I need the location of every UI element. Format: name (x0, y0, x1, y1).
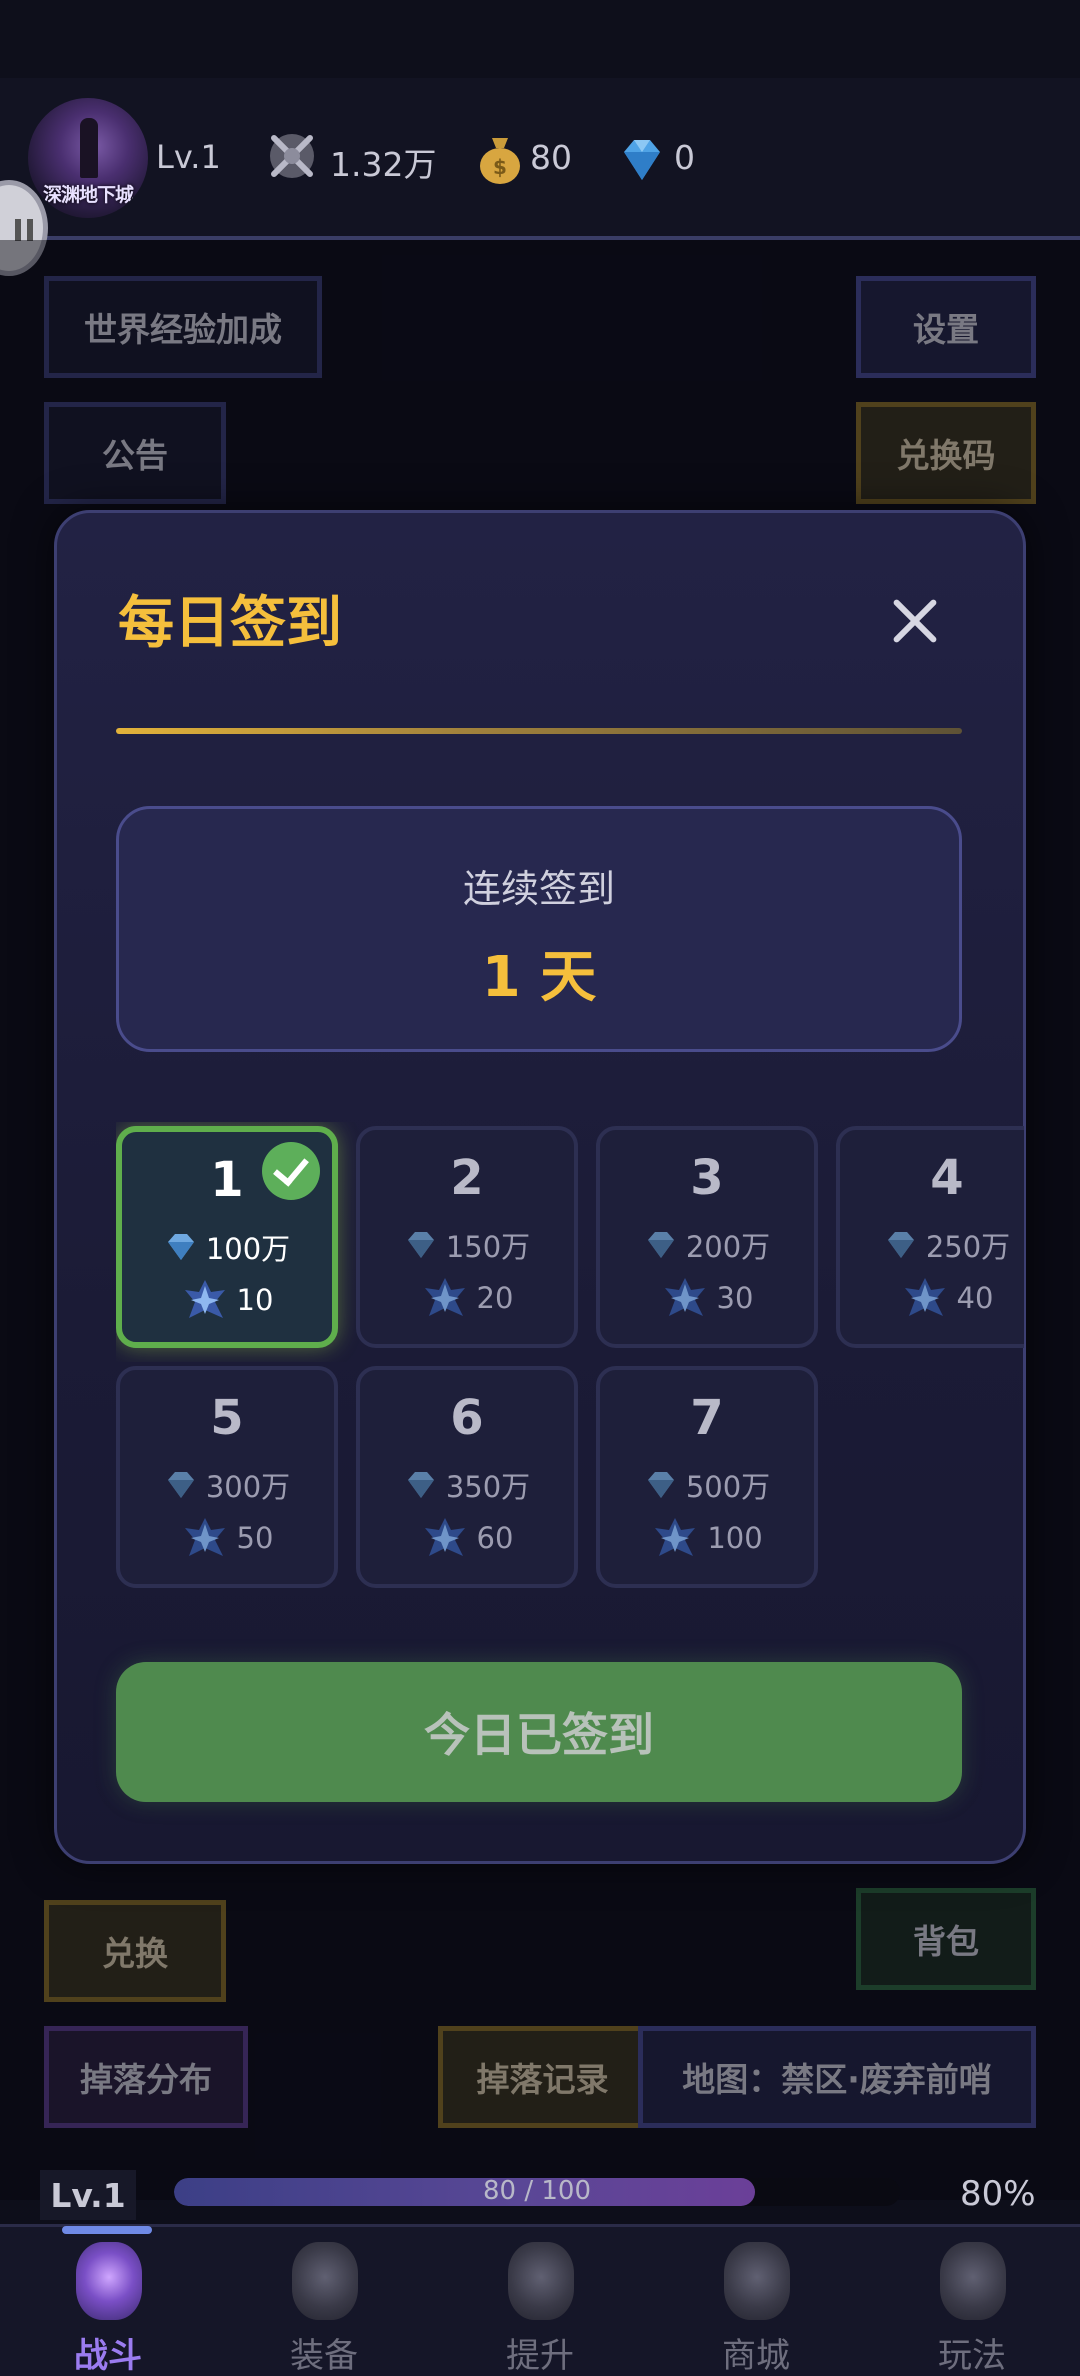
diamond-amount: 350万 (445, 1470, 531, 1504)
nav-shop[interactable]: 商城 (686, 2236, 826, 2376)
crystal-icon (904, 1278, 945, 1316)
title-divider (116, 728, 962, 734)
checkin-day-card[interactable]: 1 100万 10 (116, 1126, 338, 1348)
checkin-row-1: 1 100万 10 2 150万 20 3 200万 30 4 250万 40 (116, 1122, 1024, 1362)
streak-value: 1 天 (481, 945, 597, 1010)
diamond-reward: 350万 (360, 1464, 574, 1506)
crystal-icon (664, 1278, 705, 1316)
crystal-reward: 30 (600, 1276, 814, 1320)
crystal-amount: 50 (236, 1521, 274, 1555)
crystal-amount: 10 (236, 1283, 274, 1317)
crystal-amount: 20 (476, 1281, 514, 1315)
signed-today-button[interactable]: 今日已签到 (116, 1662, 962, 1802)
nav-label: 提升 (506, 2336, 574, 2376)
nav-label: 战斗 (74, 2336, 142, 2376)
avatar[interactable]: 深渊地下城 (28, 98, 148, 218)
crystal-icon (184, 1518, 225, 1556)
nav-upgrade[interactable]: 提升 (470, 2236, 610, 2376)
day-number: 2 (450, 1150, 484, 1206)
crystal-icon (424, 1518, 465, 1556)
checkin-day-card[interactable]: 6 350万 60 (356, 1366, 578, 1588)
crystal-reward: 10 (122, 1278, 332, 1322)
modal-title: 每日签到 (118, 591, 342, 656)
crystal-amount: 60 (476, 1521, 514, 1555)
checkin-day-card[interactable]: 7 500万 100 (596, 1366, 818, 1588)
day-number: 7 (690, 1390, 724, 1446)
diamond-icon (647, 1232, 674, 1258)
checkin-day-card[interactable]: 2 150万 20 (356, 1126, 578, 1348)
crystal-reward: 100 (600, 1516, 814, 1560)
diamond-reward: 200万 (600, 1224, 814, 1266)
diamond-amount: 250万 (925, 1230, 1011, 1264)
diamond-icon (407, 1472, 434, 1498)
diamond-icon (167, 1234, 194, 1260)
status-bar (0, 0, 1080, 78)
svg-text:$: $ (493, 155, 507, 179)
day-number: 3 (690, 1150, 724, 1206)
diamond-reward: 500万 (600, 1464, 814, 1506)
crystal-reward: 50 (120, 1516, 334, 1560)
crystal-reward: 60 (360, 1516, 574, 1560)
crystal-icon (184, 1280, 225, 1318)
diamond-icon (887, 1232, 914, 1258)
player-level: Lv.1 (156, 138, 221, 176)
level-label: Lv.1 (40, 2170, 136, 2220)
streak-panel (116, 806, 962, 1052)
crystal-icon (655, 1518, 696, 1556)
diamond-reward: 100万 (122, 1226, 332, 1268)
nav-label: 玩法 (938, 2336, 1006, 2376)
diamond-icon (167, 1472, 194, 1498)
close-icon[interactable] (890, 596, 940, 646)
crystal-reward: 40 (840, 1276, 1024, 1320)
diamond-value: 0 (674, 138, 695, 177)
diamond-amount: 300万 (205, 1470, 291, 1504)
streak-label: 连续签到 (462, 867, 615, 911)
xp-text: 80 / 100 (483, 2176, 591, 2206)
nav-equipment[interactable]: 装备 (254, 2236, 394, 2376)
crystal-amount: 40 (956, 1281, 994, 1315)
checkin-row-2: 5 300万 50 6 350万 60 7 500万 100 (116, 1362, 1024, 1602)
crossed-swords-icon (270, 134, 314, 178)
nav-active-indicator (62, 2226, 152, 2234)
avatar-logo-text: 深渊地下城 (42, 184, 134, 206)
nav-label: 装备 (290, 2336, 358, 2376)
power-value: 1.32万 (330, 145, 437, 184)
money-bag-icon: $ (480, 138, 520, 184)
nav-label: 商城 (722, 2336, 790, 2376)
day-number: 6 (450, 1390, 484, 1446)
diamond-icon (624, 140, 660, 180)
diamond-amount: 150万 (445, 1230, 531, 1264)
gold-value: 80 (530, 138, 572, 177)
battle-emblem-icon (76, 2242, 142, 2320)
nav-gameplay[interactable]: 玩法 (902, 2236, 1042, 2376)
diamond-amount: 200万 (685, 1230, 771, 1264)
diamond-reward: 150万 (360, 1224, 574, 1266)
crystal-icon (424, 1278, 465, 1316)
crystal-amount: 100 (707, 1521, 763, 1555)
xp-percent: 80% (960, 2174, 1036, 2214)
diamond-icon (647, 1472, 674, 1498)
nav-battle[interactable]: 战斗 (38, 2236, 178, 2376)
avatar-figure (80, 118, 98, 178)
shop-emblem-icon (724, 2242, 790, 2320)
checkin-day-card[interactable]: 5 300万 50 (116, 1366, 338, 1588)
diamond-reward: 250万 (840, 1224, 1024, 1266)
diamond-amount: 100万 (205, 1232, 291, 1266)
gameplay-emblem-icon (940, 2242, 1006, 2320)
checkmark-icon (262, 1142, 320, 1200)
upgrade-emblem-icon (508, 2242, 574, 2320)
diamond-icon (407, 1232, 434, 1258)
diamond-amount: 500万 (685, 1470, 771, 1504)
equipment-emblem-icon (292, 2242, 358, 2320)
day-number: 5 (210, 1390, 244, 1446)
checkin-day-card[interactable]: 4 250万 40 (836, 1126, 1024, 1348)
diamond-reward: 300万 (120, 1464, 334, 1506)
checkin-day-card[interactable]: 3 200万 30 (596, 1126, 818, 1348)
crystal-amount: 30 (716, 1281, 754, 1315)
crystal-reward: 20 (360, 1276, 574, 1320)
day-number: 4 (930, 1150, 964, 1206)
